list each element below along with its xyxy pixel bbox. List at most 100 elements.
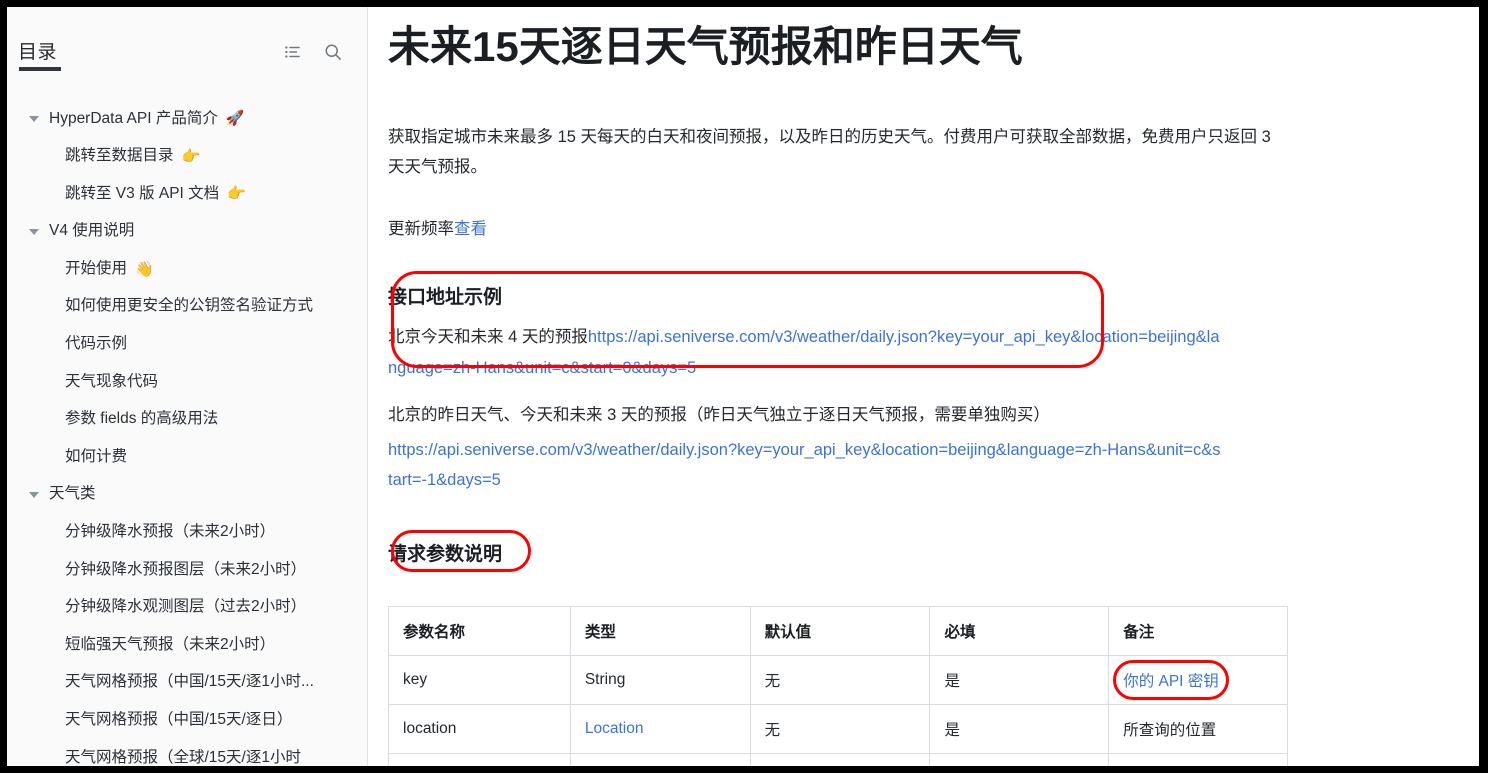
annotated-cell: 你的 API 密钥 (1113, 660, 1229, 701)
sidebar-item-label: 天气类 (49, 485, 96, 503)
request-params-table: 参数名称 类型 默认值 必填 备注 key String 无是你的 API 密钥 locati… (388, 606, 1288, 766)
page-title: 未来15天逐日天气预报和昨日天气 (388, 23, 1023, 70)
sidebar-item-label: 分钟级降水观测图层（过去2小时） (65, 598, 307, 616)
param-required-cell: 是 (929, 655, 1110, 706)
sidebar-item[interactable]: 天气类 (7, 476, 361, 514)
param-required-cell: 否 (929, 753, 1110, 766)
param-type-cell: Location (569, 704, 751, 755)
param-name-cell: location (388, 704, 571, 755)
sidebar-item-label: 跳转至 V3 版 API 文档 (65, 184, 220, 202)
table-column-header: 类型 (569, 606, 751, 657)
chevron-down-icon[interactable] (29, 228, 39, 235)
sidebar-item-emoji-icon: 👋 (135, 260, 154, 278)
update-frequency-line: 更新频率查看 (388, 215, 1389, 243)
sidebar-item[interactable]: 短临强天气预报（未来2小时） (7, 626, 361, 664)
sidebar-item[interactable]: 分钟级降水观测图层（过去2小时） (7, 589, 361, 627)
sidebar-item[interactable]: HyperData API 产品简介 🚀 (7, 100, 361, 138)
param-required-cell: 是 (929, 704, 1110, 755)
update-frequency-link[interactable]: 查看 (454, 220, 487, 238)
param-note-cell: 你的 API 密钥 (1108, 655, 1288, 706)
sidebar-item-label: 天气网格预报（中国/15天/逐日） (65, 711, 293, 728)
sidebar-item[interactable]: 代码示例 (7, 326, 361, 364)
page-intro: 获取指定城市未来最多 15 天每天的白天和夜间预报，以及昨日的历史天气。付费用户… (388, 127, 1271, 177)
sidebar-item-label: 跳转至数据目录 (65, 147, 174, 165)
list-outline-icon[interactable] (284, 43, 302, 61)
param-note-cell: 所查询的位置 (1108, 704, 1288, 755)
sidebar-item[interactable]: 开始使用 👋 (7, 250, 361, 288)
param-required-cell-text: 是 (944, 722, 960, 740)
sidebar-item[interactable]: 天气网格预报（中国/15天/逐1小时... (7, 664, 361, 702)
sidebar-item-label: 天气网格预报（中国/15天/逐1小时... (65, 673, 314, 691)
api-example-line-1: 北京今天和未来 4 天的预报https://api.seniverse.com/… (388, 322, 1223, 383)
sidebar-item-label: 天气网格预报（全球/15天/逐1小时 (65, 748, 301, 766)
sidebar-item[interactable]: V4 使用说明 (7, 213, 361, 251)
sidebar-item-label: 分钟级降水预报图层（未来2小时） (65, 560, 307, 578)
param-type-cell-text[interactable]: Location (585, 720, 644, 737)
sidebar-item-emoji-icon: 👉 (227, 185, 246, 203)
api-example-url-2[interactable]: https://api.seniverse.com/v3/weather/dai… (388, 441, 1221, 490)
table-column-header: 默认值 (749, 606, 931, 657)
sidebar-item-emoji-icon: 🚀 (225, 110, 245, 128)
main-inner: 未来15天逐日天气预报和昨日天气 获取指定城市未来最多 15 天每天的白天和夜间… (368, 7, 1479, 766)
param-name-cell-text: key (403, 671, 428, 689)
sidebar-item[interactable]: 分钟级降水预报图层（未来2小时） (7, 551, 361, 589)
param-default-cell: 无 (749, 655, 931, 706)
documentation-page: 目录 HyperData API 产品简介 🚀 跳转至数据目录 👉 跳转至 V3… (7, 7, 1479, 766)
update-frequency-label: 更新频率 (388, 219, 454, 238)
sidebar-item-label: 参数 fields 的高级用法 (65, 410, 219, 428)
param-note-cell: 语言 (1108, 753, 1288, 766)
param-note-cell-text: 所查询的位置 (1123, 722, 1217, 740)
api-example-line-1-prefix: 北京今天和未来 4 天的预报 (388, 328, 588, 347)
chevron-down-icon[interactable] (29, 491, 39, 498)
main-content: 未来15天逐日天气预报和昨日天气 获取指定城市未来最多 15 天每天的白天和夜间… (368, 7, 1479, 766)
sidebar-item-label: 开始使用 (65, 259, 128, 277)
api-example-line-2-prefix: 北京的昨日天气、今天和未来 3 天的预报（昨日天气独立于逐日天气预报，需要单独购… (388, 406, 1050, 425)
sidebar-item[interactable]: 天气网格预报（全球/15天/逐1小时 (7, 739, 361, 766)
sidebar: 目录 HyperData API 产品简介 🚀 跳转至数据目录 👉 跳转至 V3… (7, 7, 368, 766)
param-name-cell: key (388, 655, 571, 706)
param-note-cell-text[interactable]: 你的 API 密钥 (1123, 673, 1219, 690)
sidebar-item-label: 如何计费 (65, 447, 128, 465)
table-row: languageLanguagezh-Hans否语言 (388, 753, 1288, 766)
table-row: location Location 无 是 所查询的位置 (388, 704, 1288, 755)
table-column-header: 备注 (1108, 606, 1288, 657)
search-icon[interactable] (324, 43, 342, 61)
api-example-line-2: 北京的昨日天气、今天和未来 3 天的预报（昨日天气独立于逐日天气预报，需要单独购… (388, 400, 1223, 431)
api-example-heading: 接口地址示例 (388, 286, 503, 308)
param-type-cell: Language (569, 753, 751, 766)
sidebar-item[interactable]: 分钟级降水预报（未来2小时） (7, 514, 361, 552)
sidebar-item-label: HyperData API 产品简介 (49, 109, 218, 127)
table-row: key String 无 是 你的 API 密钥 (388, 655, 1288, 706)
param-default-cell-text: 无 (764, 673, 781, 691)
param-type-cell: String (569, 655, 751, 706)
param-required-cell-text: 是 (944, 673, 960, 691)
toc-title-underline (19, 67, 61, 71)
request-params-section: 请求参数说明 参数名称 类型 默认值 必填 备注 key String 无是你的 API 密… (388, 529, 1389, 766)
sidebar-item[interactable]: 天气网格预报（中国/15天/逐日） (7, 702, 361, 740)
sidebar-item[interactable]: 如何计费 (7, 438, 361, 476)
param-default-cell: 无 (749, 704, 931, 755)
table-header-row: 参数名称 类型 默认值 必填 备注 (388, 606, 1288, 657)
sidebar-item[interactable]: 跳转至数据目录 👉 (7, 138, 361, 176)
sidebar-header-icons (284, 43, 342, 61)
chevron-down-icon[interactable] (29, 115, 39, 122)
param-type-cell-text: String (584, 671, 626, 689)
toc-list: HyperData API 产品简介 🚀 跳转至数据目录 👉 跳转至 V3 版 API … (7, 100, 367, 766)
sidebar-item-label: 短临强天气预报（未来2小时） (65, 635, 276, 653)
sidebar-item-label: 天气现象代码 (65, 372, 159, 390)
sidebar-item[interactable]: 参数 fields 的高级用法 (7, 401, 361, 439)
sidebar-header: 目录 (7, 7, 367, 71)
sidebar-item[interactable]: 跳转至 V3 版 API 文档 👉 (7, 175, 361, 213)
api-example-url-2-line: https://api.seniverse.com/v3/weather/dai… (388, 435, 1223, 496)
sidebar-item-label: 分钟级降水预报（未来2小时） (65, 523, 276, 541)
toc-title-wrap: 目录 (18, 43, 61, 71)
request-params-heading: 请求参数说明 (388, 543, 503, 565)
param-default-cell: zh-Hans (749, 753, 931, 766)
param-default-cell-text: 无 (764, 722, 781, 740)
api-example-section: 接口地址示例 北京今天和未来 4 天的预报https://api.seniver… (388, 270, 1389, 496)
sidebar-item-emoji-icon: 👉 (181, 147, 201, 165)
sidebar-item-label: V4 使用说明 (49, 222, 135, 240)
sidebar-item[interactable]: 天气现象代码 (7, 363, 361, 401)
sidebar-item-label: 如何使用更安全的公钥签名验证方式 (65, 297, 314, 315)
sidebar-item[interactable]: 如何使用更安全的公钥签名验证方式 (7, 288, 361, 326)
